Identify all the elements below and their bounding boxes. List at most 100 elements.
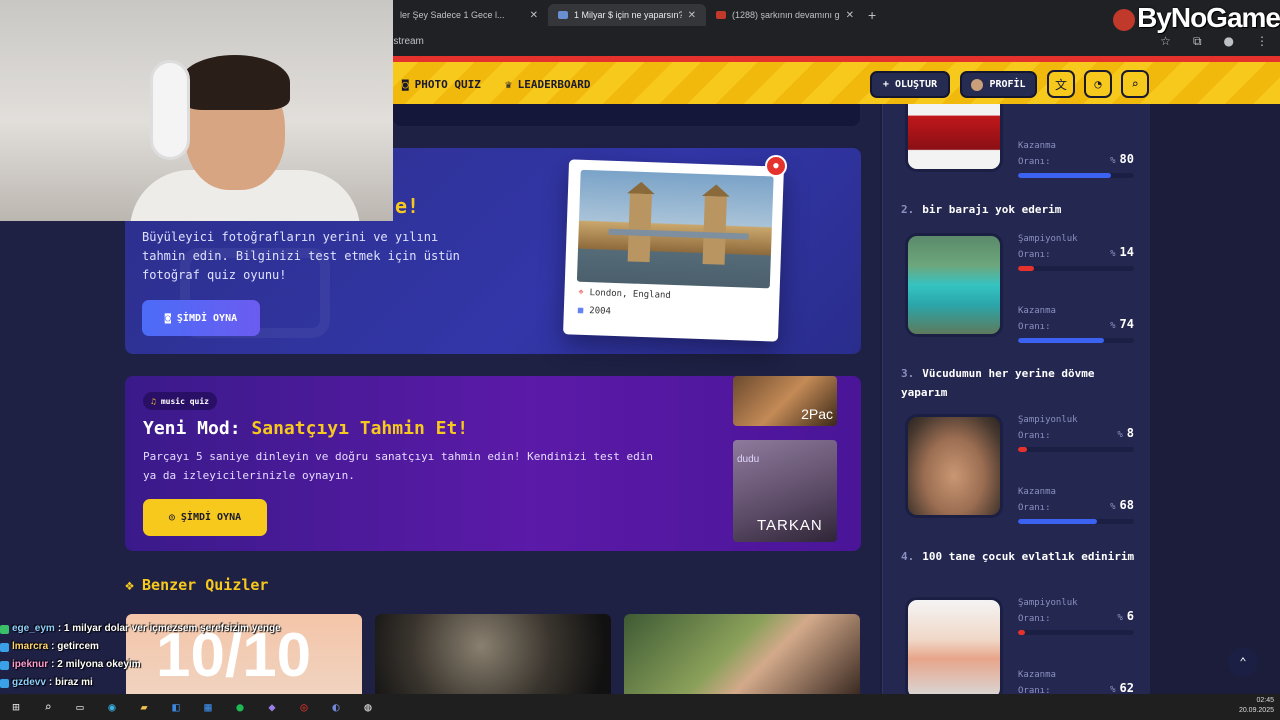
profile-button[interactable]: PROFİL <box>960 71 1037 98</box>
champion-rate-stat: Şampiyonluk Oranı: % 8 <box>1018 412 1134 452</box>
clock-date: 20.09.2025 <box>1238 707 1274 714</box>
browser-tab[interactable]: (1288) şarkının devamını getir - ✕ <box>706 4 864 26</box>
profile-label: PROFİL <box>989 79 1026 90</box>
new-tab-button[interactable]: + <box>868 7 876 23</box>
music-quiz-title: Yeni Mod: Sanatçıyı Tahmin Et! <box>143 418 468 439</box>
disc-icon: ◎ <box>168 512 175 523</box>
edge-icon[interactable]: ◉ <box>96 694 128 720</box>
dam-image <box>905 233 1003 337</box>
search-icon[interactable]: ⌕ <box>1121 70 1149 98</box>
chat-user: ege_eym <box>12 623 55 634</box>
music-play-label: ŞİMDİ OYNA <box>180 512 242 523</box>
close-icon[interactable]: ✕ <box>846 10 854 21</box>
nav-photo-quiz[interactable]: ◙ PHOTO QUIZ <box>402 78 481 91</box>
hero-play-button[interactable]: ◙ ŞİMDİ OYNA <box>142 300 260 336</box>
pct-sign: % <box>1110 156 1116 166</box>
search-icon[interactable]: ⌕ <box>32 694 64 720</box>
menu-icon[interactable]: ⋮ <box>1256 34 1268 49</box>
trophy-icon: ♛ <box>505 78 512 91</box>
champ-bar <box>1018 630 1134 635</box>
badge-icon <box>0 642 9 652</box>
avatar <box>971 78 984 91</box>
task-view-icon[interactable]: ▭ <box>64 694 96 720</box>
camera-icon: ◙ <box>164 312 171 324</box>
chat-text: : biraz mi <box>48 677 93 688</box>
pct-sign: % <box>1110 321 1116 331</box>
music-play-button[interactable]: ◎ ŞİMDİ OYNA <box>143 499 267 536</box>
bridge-tower-left <box>627 191 653 263</box>
outlook-icon[interactable]: ◧ <box>160 694 192 720</box>
obs-icon[interactable]: ◍ <box>352 694 384 720</box>
win-number: 74 <box>1119 317 1134 331</box>
quiz-thumbnail[interactable] <box>375 614 611 694</box>
scroll-to-top-button[interactable]: ⌃ <box>1228 647 1258 677</box>
nav-leaderboard[interactable]: ♛ LEADERBOARD <box>505 78 590 91</box>
location-pin-icon: ● <box>765 155 787 177</box>
chrome-icon[interactable]: ◎ <box>288 694 320 720</box>
store-icon[interactable]: ▦ <box>192 694 224 720</box>
champ-number: 14 <box>1119 245 1134 259</box>
win-rate-stat: Kazanma Oranı: % 80 <box>1018 138 1134 178</box>
photo-year: ▦ 2004 <box>578 306 611 317</box>
bell-icon[interactable]: ◔ <box>1084 70 1112 98</box>
children-image <box>905 597 1003 694</box>
champion-rate-stat: Şampiyonluk Oranı: % 14 <box>1018 231 1134 271</box>
webcam-hair <box>180 55 290 110</box>
champ-bar-fill <box>1018 447 1028 452</box>
translate-icon[interactable]: 文 <box>1047 70 1075 98</box>
tab-title: (1288) şarkının devamını getir - <box>732 10 840 20</box>
extension-icon[interactable]: ⧉ <box>1193 34 1202 49</box>
toolbar-icons: ☆ ⧉ ● ⋮ <box>1160 34 1268 49</box>
win-value: % 80 <box>1110 152 1134 166</box>
win-rate-stat: Kazanma Oranı: % 74 <box>1018 303 1134 343</box>
champ-bar <box>1018 447 1134 452</box>
quiz-thumbnail[interactable] <box>624 614 860 694</box>
file-explorer-icon[interactable]: ▰ <box>128 694 160 720</box>
favicon-icon <box>558 11 568 19</box>
windows-start-icon[interactable]: ⊞ <box>0 694 32 720</box>
album-cover-subtitle: dudu <box>737 454 760 465</box>
win-rate-stat: Kazanma Oranı: % 62 <box>1018 667 1134 694</box>
champ-value: % 6 <box>1117 609 1134 623</box>
chat-text: : getircem <box>51 641 99 652</box>
tab-strip: ler Şey Sadece 1 Gece l... ✕ 1 Milyar $ … <box>390 4 876 26</box>
champ-bar-fill <box>1018 266 1035 271</box>
music-quiz-title-prefix: Yeni Mod: <box>143 418 241 439</box>
headphones-icon <box>150 60 190 160</box>
similar-heading-text: Benzer Quizler <box>142 576 269 594</box>
create-button[interactable]: + OLUŞTUR <box>870 71 950 98</box>
browser-tab-active[interactable]: 1 Milyar $ için ne yaparsın? - Q ✕ <box>548 4 706 26</box>
content-top-card <box>393 104 860 126</box>
photo-year-text: 2004 <box>589 306 612 317</box>
bed-image <box>905 104 1003 172</box>
win-rate-stat: Kazanma Oranı: % 68 <box>1018 484 1134 524</box>
app-icon[interactable]: ◆ <box>256 694 288 720</box>
champ-value: % 8 <box>1117 426 1134 440</box>
chat-user: gzdevv <box>12 677 46 688</box>
album-cover-tarkan: dudu TARKAN <box>733 440 837 542</box>
profile-icon[interactable]: ● <box>1224 34 1234 49</box>
photo-card: ⌖ London, England ▦ 2004 <box>563 159 784 342</box>
tower-bridge-photo <box>576 169 774 289</box>
close-icon[interactable]: ✕ <box>688 10 696 21</box>
entry-title-text: 100 tane çocuk evlatlık edinirim <box>922 550 1135 563</box>
photo-location: ⌖ London, England <box>578 288 671 301</box>
leaderboard-sidebar: Kazanma Oranı: % 80 2. bir barajı yok eder… <box>882 104 1150 694</box>
map-pin-icon: ⌖ <box>578 287 584 298</box>
champ-bar-fill <box>1018 630 1025 635</box>
address-bar[interactable]: -stream <box>390 32 1130 52</box>
close-icon[interactable]: ✕ <box>530 10 538 21</box>
spotify-icon[interactable]: ● <box>224 694 256 720</box>
win-value: % 74 <box>1110 317 1134 331</box>
win-bar <box>1018 173 1134 178</box>
system-clock[interactable]: 02:45 20.09.2025 <box>1239 696 1274 716</box>
bookmark-star-icon[interactable]: ☆ <box>1160 34 1171 49</box>
chat-message: gzdevv: biraz mi <box>0 674 281 692</box>
win-bar <box>1018 519 1134 524</box>
similar-quizzes-heading: ❖ Benzer Quizler <box>125 576 268 594</box>
music-quiz-badge-label: music quiz <box>160 396 209 406</box>
windows-taskbar: ⊞ ⌕ ▭ ◉ ▰ ◧ ▦ ● ◆ ◎ ◐ ◍ 02:45 20.09.2025 <box>0 694 1280 720</box>
badge-icon <box>0 678 9 688</box>
discord-icon[interactable]: ◐ <box>320 694 352 720</box>
browser-tab[interactable]: ler Şey Sadece 1 Gece l... ✕ <box>390 4 548 26</box>
